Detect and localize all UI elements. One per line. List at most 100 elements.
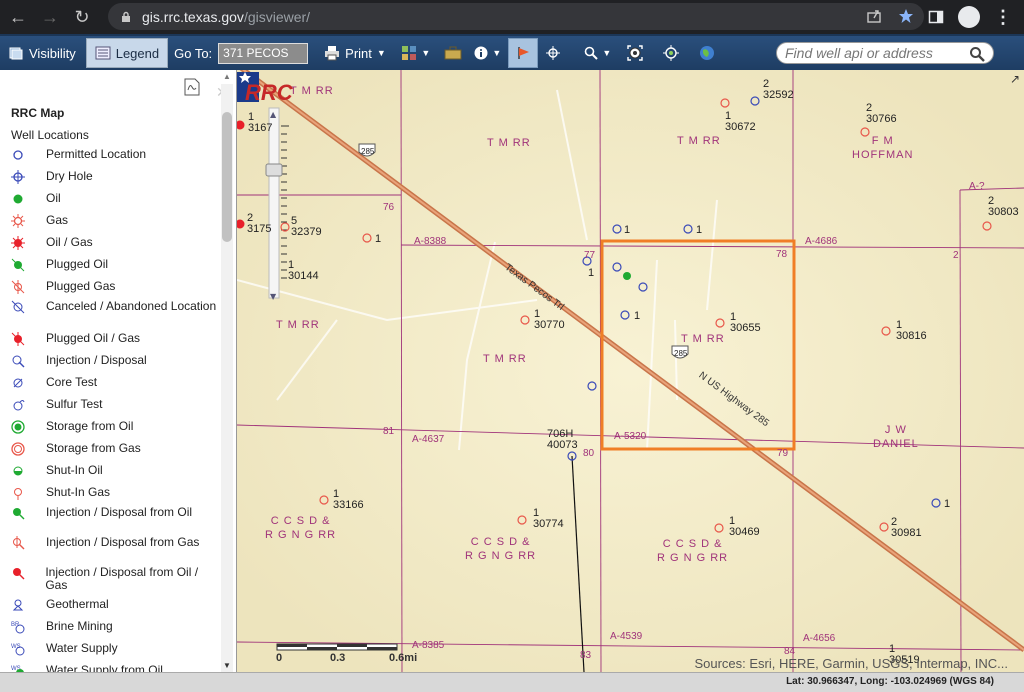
rrc-logo: RRC	[237, 72, 294, 105]
side-panel-icon[interactable]	[928, 9, 944, 25]
status-bar: Lat: 30.966347, Long: -103.024969 (WGS 8…	[0, 672, 1024, 692]
oil-well	[623, 272, 631, 280]
legend-item: Injection / Disposal from Gas	[0, 536, 220, 558]
plugged-oil-gas-icon	[0, 332, 36, 346]
zoom-tool-button[interactable]: ▼	[576, 38, 620, 68]
bookmark-star-icon[interactable]	[898, 8, 914, 24]
legend-item: Storage from Gas	[0, 442, 220, 464]
legend-item: Injection / Disposal	[0, 354, 220, 376]
share-icon[interactable]	[866, 8, 882, 24]
address-bar[interactable]: gis.rrc.texas.gov/gisviewer/	[108, 3, 924, 30]
section-label: 76	[383, 202, 395, 213]
well-label: 1 33166	[333, 488, 364, 511]
legend-item: Canceled / Abandoned Location	[0, 300, 220, 322]
highway-shield-label: 285	[361, 147, 375, 156]
scroll-up-icon[interactable]: ▲	[223, 72, 231, 81]
legend-item-label: Storage from Gas	[46, 441, 141, 455]
pdf-icon[interactable]	[184, 78, 200, 96]
well-label: 2 30803	[988, 195, 1019, 218]
abstract-label: A-8388	[414, 236, 447, 247]
well-label: 1	[375, 233, 382, 245]
legend-item-label: Plugged Oil	[46, 257, 109, 271]
crosshair-tool-button[interactable]	[538, 38, 568, 68]
legend-item: WS Water Supply from Oil	[0, 664, 220, 672]
scroll-down-icon[interactable]: ▼	[223, 661, 231, 670]
legend-item-label: Permitted Location	[46, 147, 147, 161]
lock-icon	[122, 11, 130, 22]
layers-icon	[9, 47, 23, 60]
locate-button[interactable]	[656, 38, 686, 68]
well-label: 1	[588, 267, 595, 279]
expand-icon[interactable]: ↗	[1010, 72, 1020, 86]
sulfur-test-icon	[0, 398, 36, 412]
profile-avatar[interactable]	[958, 6, 980, 28]
search-icon[interactable]	[969, 46, 985, 62]
back-icon[interactable]: ←	[4, 3, 32, 31]
globe-icon	[699, 46, 714, 60]
owner-label: T M RR	[276, 319, 320, 331]
menu-kebab-icon[interactable]: ⋮	[994, 7, 1012, 28]
flag-icon	[518, 47, 529, 59]
well-label: 1 30774	[533, 507, 564, 530]
logo-text: RRC	[245, 80, 294, 105]
legend-item: Gas	[0, 214, 220, 236]
globe-button[interactable]	[692, 38, 722, 68]
legend-item-label: Shut-In Oil	[46, 463, 103, 477]
reload-icon[interactable]: ↻	[68, 3, 96, 31]
full-extent-icon	[627, 45, 643, 61]
legend-item: WS Water Supply	[0, 642, 220, 664]
scale-label: 0.6mi	[389, 652, 418, 664]
forward-icon[interactable]: →	[36, 3, 64, 31]
goto-input[interactable]: 371 PECOS	[218, 42, 309, 64]
well-label: 1	[624, 224, 631, 236]
well-label: 2 32592	[763, 78, 794, 101]
legend-item-label: Injection / Disposal	[46, 353, 147, 367]
legend-item-label: Water Supply from Oil	[46, 663, 163, 673]
scale-label: 0	[276, 652, 283, 664]
legend-item-label: Oil / Gas	[46, 235, 93, 249]
owner-label: T M RR	[483, 353, 527, 365]
owner-label: T M RR	[681, 333, 725, 345]
identify-button[interactable]: ▼	[468, 38, 508, 68]
chevron-down-icon: ▼	[602, 48, 612, 58]
legend-scrollbar[interactable]: ▲ ▼	[221, 72, 233, 672]
core-test-icon	[0, 376, 36, 390]
section-label: 78	[776, 249, 788, 260]
well-label: 1 3167	[248, 111, 273, 134]
url-text: gis.rrc.texas.gov/gisviewer/	[142, 8, 311, 25]
shut-in-gas-icon	[0, 486, 36, 500]
well-label: 1 30672	[725, 110, 756, 133]
crosshair-icon	[545, 46, 560, 60]
abstract-label: A-4656	[803, 633, 836, 644]
well-label: 706H 40073	[547, 428, 578, 451]
browser-chrome: ← → ↻ gis.rrc.texas.gov/gisviewer/ ⋮	[0, 0, 1024, 34]
well-search-input[interactable]: Find well api or address	[776, 42, 994, 64]
well-label: 1 30655	[730, 311, 761, 334]
basemap-gallery-button[interactable]: ▼	[394, 38, 438, 68]
cursor-coordinates: Lat: 30.966347, Long: -103.024969 (WGS 8…	[786, 676, 994, 687]
legend-button[interactable]: Legend	[85, 38, 169, 68]
highway-shield-label: 285	[674, 349, 688, 358]
permitted-location-icon	[0, 148, 36, 162]
grid-icon	[402, 46, 417, 60]
dry-hole-icon	[0, 170, 36, 184]
visibility-button[interactable]: Visibility	[0, 38, 84, 68]
legend-item-label: Plugged Oil / Gas	[46, 331, 141, 345]
legend-title: RRC Map	[11, 106, 65, 120]
tools-button[interactable]	[438, 38, 468, 68]
gps-locate-icon	[662, 45, 679, 61]
toolbox-icon	[444, 46, 462, 60]
legend-item-label: Gas	[46, 213, 69, 227]
full-extent-button[interactable]	[620, 38, 650, 68]
flag-tool-button[interactable]	[507, 38, 538, 68]
chevron-down-icon: ▼	[492, 48, 502, 58]
legend-item-label: Injection / Disposal from Oil	[46, 505, 193, 519]
injection-oil-icon	[0, 506, 36, 520]
print-button[interactable]: Print ▼	[316, 38, 394, 68]
map-view[interactable]: ▲ ▼ T M RR T M RR T M RR T M RR T M RR T…	[237, 70, 1024, 672]
injection-oil-gas-icon	[0, 566, 35, 580]
scroll-thumb[interactable]	[222, 112, 232, 242]
chevron-down-icon: ▼	[376, 48, 386, 58]
legend-item-label: Injection / Disposal from Oil / Gas	[45, 565, 199, 592]
gas-icon	[0, 214, 36, 228]
